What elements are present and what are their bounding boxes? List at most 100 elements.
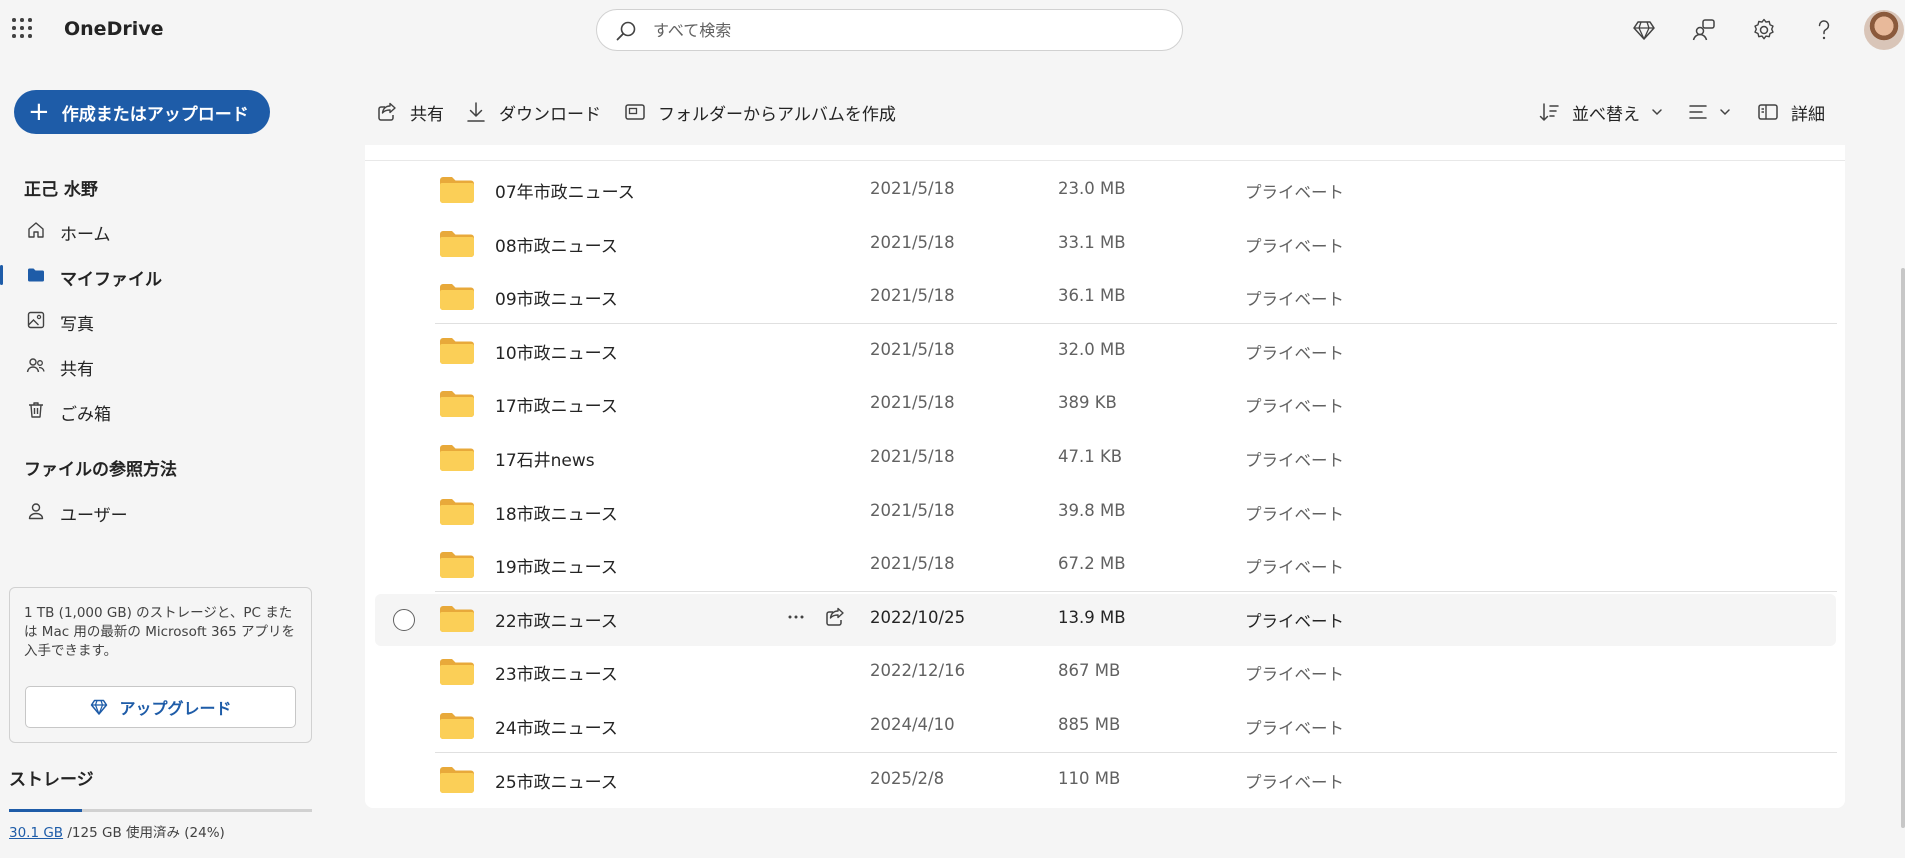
view-options-command[interactable] [1688, 100, 1732, 124]
folder-icon [440, 498, 474, 525]
file-name[interactable]: 08市政ニュース [495, 232, 618, 257]
sidebar-item-label: 共有 [60, 360, 94, 380]
create-album-label: フォルダーからアルバムを作成 [658, 104, 896, 125]
row-select-radio[interactable] [393, 608, 415, 631]
search-box[interactable] [596, 9, 1183, 51]
sidebar-item-shared[interactable]: 共有 [0, 347, 340, 383]
sidebar-item-label: ごみ箱 [60, 405, 111, 425]
file-name[interactable]: 22市政ニュース [495, 607, 618, 632]
upgrade-promo-card: 1 TB (1,000 GB) のストレージと、PC または Mac 用の最新の… [9, 587, 312, 743]
file-modified-date: 2021/5/18 [870, 232, 955, 252]
file-row[interactable]: 09市政ニュース 2021/5/18 36.1 MB プライベート [365, 270, 1845, 325]
details-command[interactable]: 詳細 [1757, 100, 1825, 125]
file-row[interactable]: 24市政ニュース 2024/4/10 885 MB プライベート [365, 699, 1845, 753]
file-size: 33.1 MB [1058, 232, 1126, 252]
file-name[interactable]: 24市政ニュース [495, 714, 618, 739]
create-or-upload-label: 作成またはアップロード [61, 104, 249, 125]
file-modified-date: 2025/2/8 [870, 768, 945, 788]
file-row[interactable]: 07年市政ニュース 2021/5/18 23.0 MB プライベート [365, 163, 1845, 217]
file-row[interactable]: 17市政ニュース 2021/5/18 389 KB プライベート [365, 377, 1845, 431]
create-album-command[interactable]: フォルダーからアルバムを作成 [624, 100, 896, 125]
share-icon[interactable] [824, 606, 846, 628]
file-name[interactable]: 17石井news [495, 446, 595, 471]
create-or-upload-button[interactable]: + 作成またはアップロード [14, 90, 270, 134]
plus-icon: + [28, 97, 50, 127]
file-modified-date: 2021/5/18 [870, 554, 955, 574]
file-row[interactable]: 10市政ニュース 2021/5/18 32.0 MB プライベート [365, 324, 1845, 378]
album-icon [625, 104, 645, 120]
file-row[interactable]: 17石井news 2021/5/18 47.1 KB プライベート [365, 431, 1845, 485]
person-icon [28, 503, 44, 520]
file-sharing-status: プライベート [1245, 290, 1344, 310]
people-icon [26, 358, 45, 373]
file-sharing-status: プライベート [1245, 183, 1344, 202]
sort-command[interactable]: 並べ替え [1538, 100, 1664, 125]
list-header-divider [365, 160, 1845, 161]
user-avatar[interactable] [1864, 10, 1904, 50]
home-icon [28, 222, 44, 238]
file-name[interactable]: 09市政ニュース [495, 285, 618, 310]
sort-icon [1539, 103, 1559, 121]
search-input[interactable] [653, 18, 1153, 42]
folder-icon [440, 445, 474, 471]
more-options-icon[interactable] [785, 606, 807, 628]
file-name[interactable]: 17市政ニュース [495, 392, 618, 417]
file-name[interactable]: 10市政ニュース [495, 339, 618, 364]
file-size: 47.1 KB [1058, 447, 1123, 466]
app-title[interactable]: OneDrive [64, 18, 164, 40]
storage-used-link[interactable]: 30.1 GB [9, 825, 63, 841]
file-row[interactable]: 23市政ニュース 2022/12/16 867 MB プライベート [365, 645, 1845, 699]
help-question-icon[interactable] [1810, 16, 1838, 44]
sidebar-item-label: ユーザー [60, 506, 128, 526]
file-sharing-status: プライベート [1245, 451, 1344, 470]
download-icon [467, 102, 485, 122]
download-command[interactable]: ダウンロード [465, 100, 601, 125]
sidebar-item-my-files[interactable]: マイファイル [0, 257, 340, 293]
file-name[interactable]: 19市政ニュース [495, 553, 618, 578]
file-name[interactable]: 23市政ニュース [495, 660, 618, 685]
upgrade-label: アップグレード [119, 699, 232, 718]
file-sharing-status: プライベート [1245, 343, 1344, 363]
details-label: 詳細 [1791, 104, 1825, 125]
file-name[interactable]: 18市政ニュース [495, 500, 618, 525]
file-row[interactable]: 22市政ニュース 2022/10/25 13.9 MB プライベート [365, 592, 1845, 646]
sidebar-item-photos[interactable]: 写真 [0, 302, 340, 338]
top-bar: OneDrive [0, 0, 1905, 62]
file-row[interactable]: 18市政ニュース 2021/5/18 39.8 MB プライベート [365, 485, 1845, 539]
sidebar-item-people[interactable]: ユーザー [0, 493, 340, 529]
folder-icon [440, 659, 474, 686]
file-size: 13.9 MB [1058, 607, 1126, 627]
file-modified-date: 2021/5/18 [870, 286, 955, 306]
settings-gear-icon[interactable] [1750, 16, 1778, 44]
app-launcher-icon[interactable] [12, 18, 34, 40]
file-name[interactable]: 07年市政ニュース [495, 178, 635, 203]
folder-icon [440, 713, 474, 739]
file-size: 32.0 MB [1058, 339, 1126, 359]
file-row[interactable]: 25市政ニュース 2025/2/8 110 MB プライベート [365, 753, 1845, 807]
sidebar-item-home[interactable]: ホーム [0, 212, 340, 248]
share-label: 共有 [410, 104, 444, 125]
file-size: 885 MB [1058, 715, 1121, 734]
file-row[interactable]: 19市政ニュース 2021/5/18 67.2 MB プライベート [365, 538, 1845, 593]
folder-icon [440, 766, 474, 793]
folder-icon [440, 337, 474, 364]
shared-feedback-icon[interactable] [1690, 16, 1718, 44]
file-name[interactable]: 25市政ニュース [495, 768, 618, 793]
sidebar-item-recycle-bin[interactable]: ごみ箱 [0, 392, 340, 428]
scrollbar[interactable] [1901, 268, 1905, 828]
sidebar-item-label: 写真 [60, 315, 94, 335]
storage-heading: ストレージ [9, 770, 94, 790]
folder-icon [440, 391, 474, 418]
upgrade-button[interactable]: アップグレード [25, 686, 296, 728]
list-view-icon [1689, 105, 1707, 119]
premium-diamond-icon[interactable] [1630, 16, 1658, 44]
promo-text: 1 TB (1,000 GB) のストレージと、PC または Mac 用の最新の… [24, 605, 296, 659]
file-modified-date: 2021/5/18 [870, 500, 955, 520]
storage-progress-fill [9, 809, 82, 812]
file-row[interactable]: 08市政ニュース 2021/5/18 33.1 MB プライベート [365, 217, 1845, 271]
file-size: 867 MB [1058, 661, 1121, 681]
file-sharing-status: プライベート [1245, 236, 1344, 256]
share-icon [378, 102, 396, 121]
file-sharing-status: プライベート [1245, 397, 1344, 417]
share-command[interactable]: 共有 [376, 100, 444, 125]
